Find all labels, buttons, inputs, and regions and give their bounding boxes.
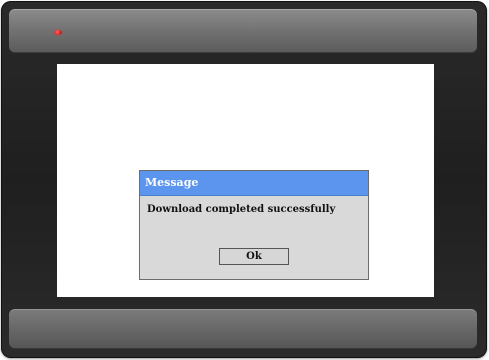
ok-button[interactable]: Ok xyxy=(219,248,289,265)
dialog-message: Download completed successfully xyxy=(147,204,336,215)
status-led-icon xyxy=(54,30,62,35)
bottom-bezel-strip xyxy=(9,309,477,349)
dialog-title: Message xyxy=(140,171,368,196)
message-dialog: Message Download completed successfully … xyxy=(139,170,369,280)
top-bezel-strip xyxy=(9,9,477,53)
